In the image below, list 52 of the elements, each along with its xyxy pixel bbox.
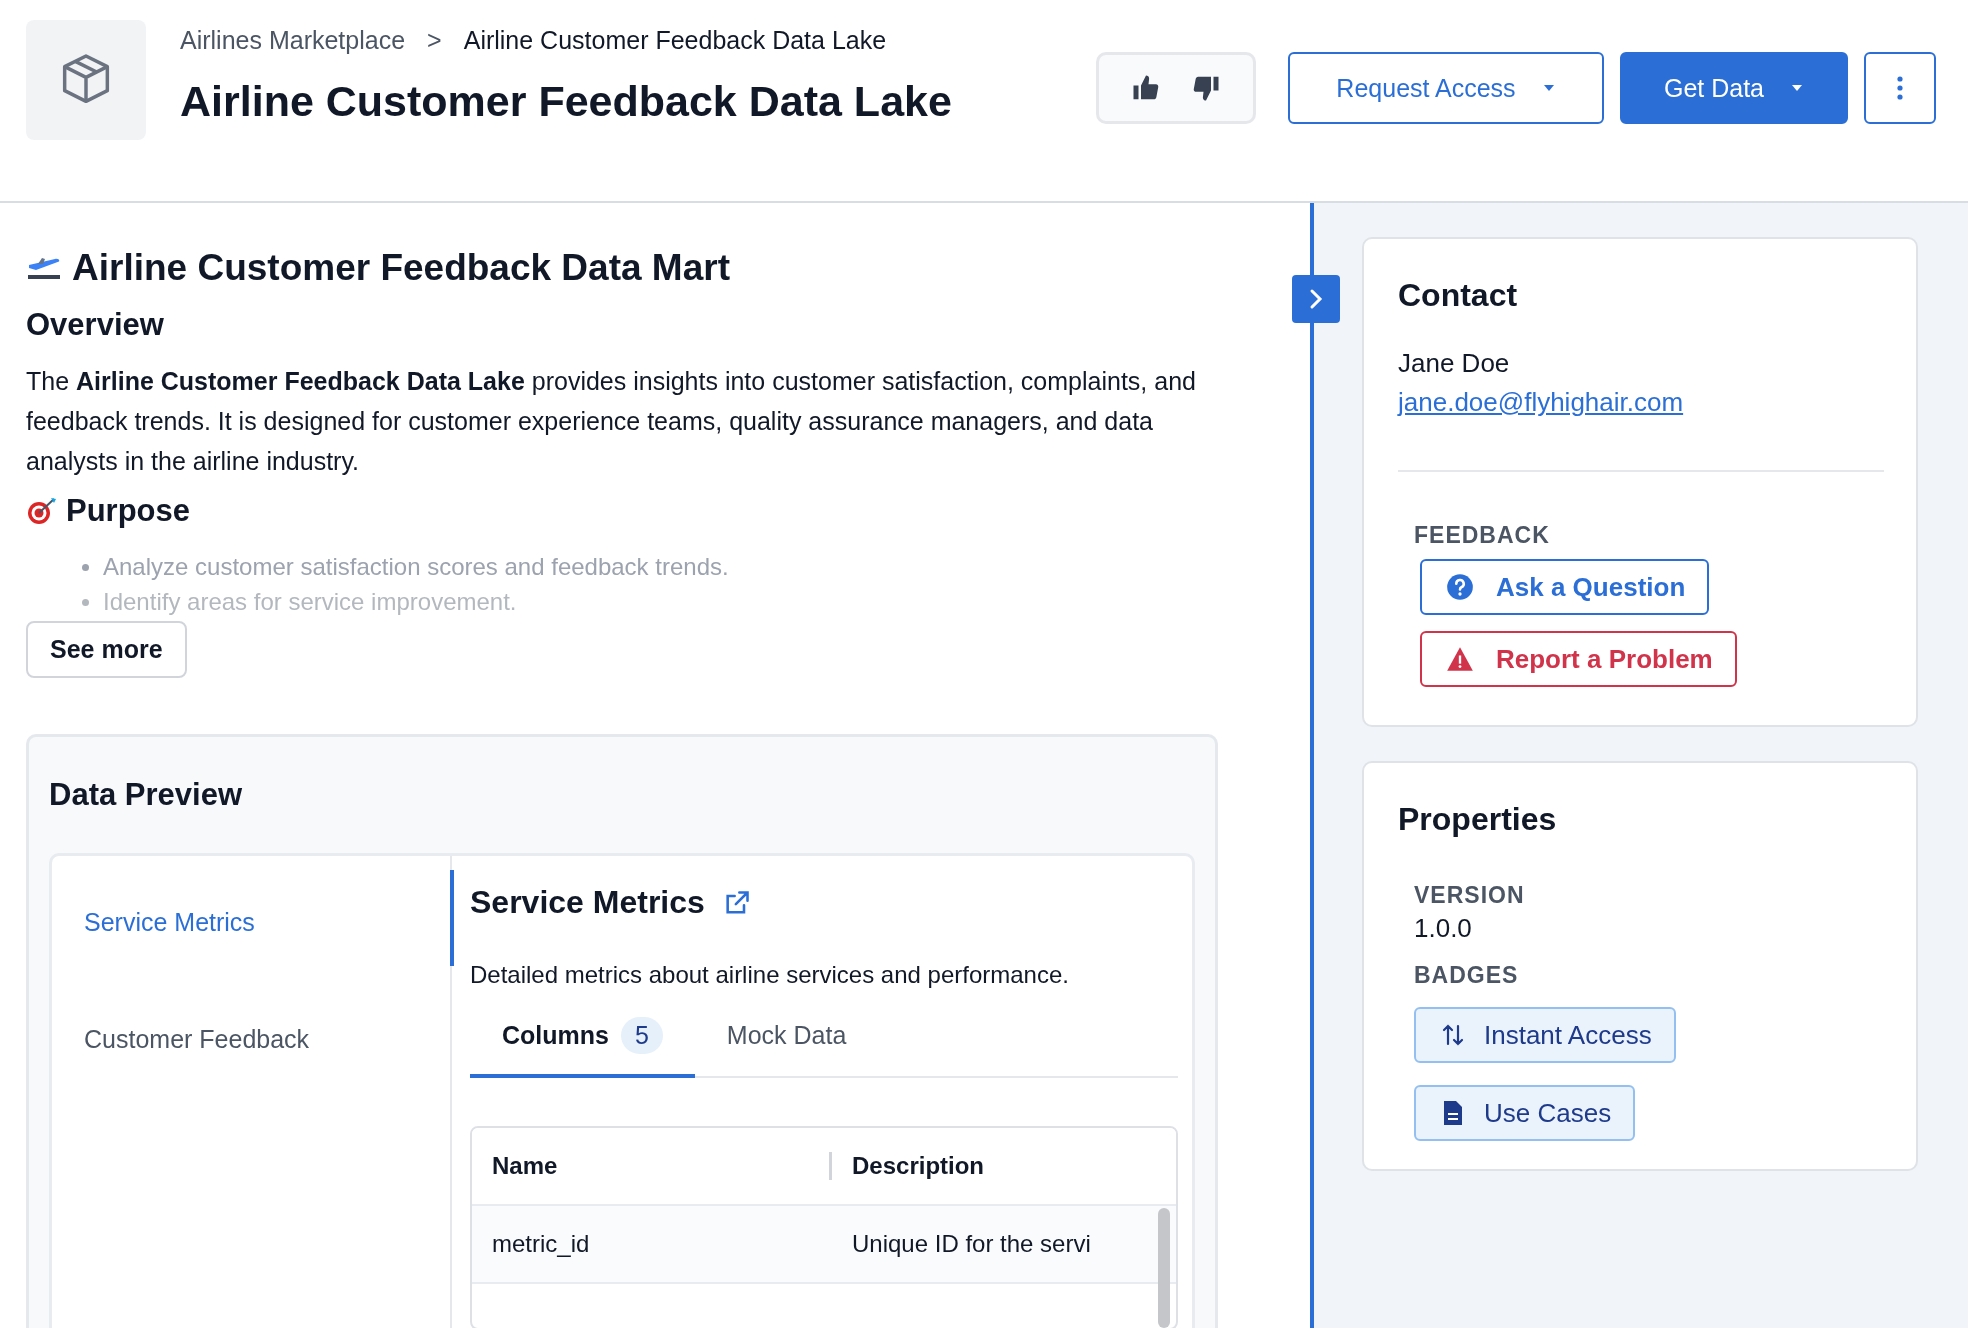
table-title: Service Metrics <box>470 884 705 921</box>
field-label: VERSION <box>1414 882 1526 909</box>
table-cell-text: Unique ID for the servi <box>851 1230 1092 1258</box>
card-title: Contact <box>1398 277 1519 314</box>
bullet-icon <box>82 563 89 571</box>
overview-heading: Overview <box>26 307 165 343</box>
table-cell-text: metric_id <box>491 1230 591 1258</box>
overview-text: The Airline Customer Feedback Data Lake provides insights into customer satisfaction, complaints, and feedback trends. It is designed for customer experience teams, quality assurance managers, and data analysts in the airline industry. <box>26 366 1197 477</box>
kebab-icon <box>1897 75 1903 101</box>
target-icon <box>26 496 58 526</box>
count-badge: 5 <box>620 1017 663 1054</box>
card-title: Properties <box>1398 801 1558 838</box>
question-icon <box>1446 573 1474 601</box>
collapse-button[interactable] <box>1292 275 1340 323</box>
table-description: Detailed metrics about airline services and performance. <box>470 961 1070 989</box>
contact-name: Jane Doe <box>1398 348 1511 379</box>
breadcrumb-link[interactable]: Airlines Marketplace <box>180 26 406 55</box>
column-header: Description <box>851 1152 986 1180</box>
email-link[interactable]: jane.doe@flyhighair.com <box>1398 387 1684 418</box>
purpose-item: Identify areas for service improvement. <box>103 588 517 616</box>
see-more-button[interactable]: See more <box>26 621 187 678</box>
page-title: Airline Customer Feedback Data Lake <box>180 77 953 126</box>
report-problem-button[interactable]: Report a Problem <box>1420 631 1737 687</box>
package-icon <box>26 20 146 140</box>
breadcrumb-separator: > <box>427 26 442 55</box>
data-preview-heading: Data Preview <box>49 777 243 813</box>
section-title: Airline Customer Feedback Data Mart <box>72 247 730 289</box>
badge-label: Instant Access <box>1484 1019 1652 1051</box>
airplane-icon <box>26 255 62 281</box>
warning-icon <box>1446 646 1474 672</box>
tab[interactable]: Mock Data <box>694 1007 879 1078</box>
more-options-button[interactable] <box>1864 52 1936 124</box>
breadcrumb-current: Airline Customer Feedback Data Lake <box>463 26 887 55</box>
request-access-button[interactable]: Request Access <box>1288 52 1604 124</box>
table-nav-item[interactable]: Customer Feedback <box>52 1011 450 1068</box>
tab[interactable]: Columns 5 <box>470 1007 695 1078</box>
purpose-item: Analyze customer satisfaction scores and feedback trends. <box>103 553 729 581</box>
table-nav-item[interactable]: Service Metrics <box>52 894 450 951</box>
caret-icon <box>1790 83 1805 93</box>
badge-label: Use Cases <box>1484 1097 1612 1129</box>
field-label: FEEDBACK <box>1414 522 1551 549</box>
bullet-icon <box>82 598 89 606</box>
purpose-heading: Purpose <box>66 493 191 529</box>
column-header: Name <box>472 1152 832 1180</box>
document-icon <box>1442 1099 1464 1127</box>
scrollbar[interactable] <box>1158 1208 1170 1328</box>
ask-question-button[interactable]: Ask a Question <box>1420 559 1710 615</box>
arrows-icon <box>1442 1022 1464 1048</box>
caret-icon <box>1541 83 1556 93</box>
version-value: 1.0.0 <box>1414 913 1473 944</box>
field-label: BADGES <box>1414 962 1520 989</box>
get-data-button[interactable]: Get Data <box>1620 52 1848 124</box>
